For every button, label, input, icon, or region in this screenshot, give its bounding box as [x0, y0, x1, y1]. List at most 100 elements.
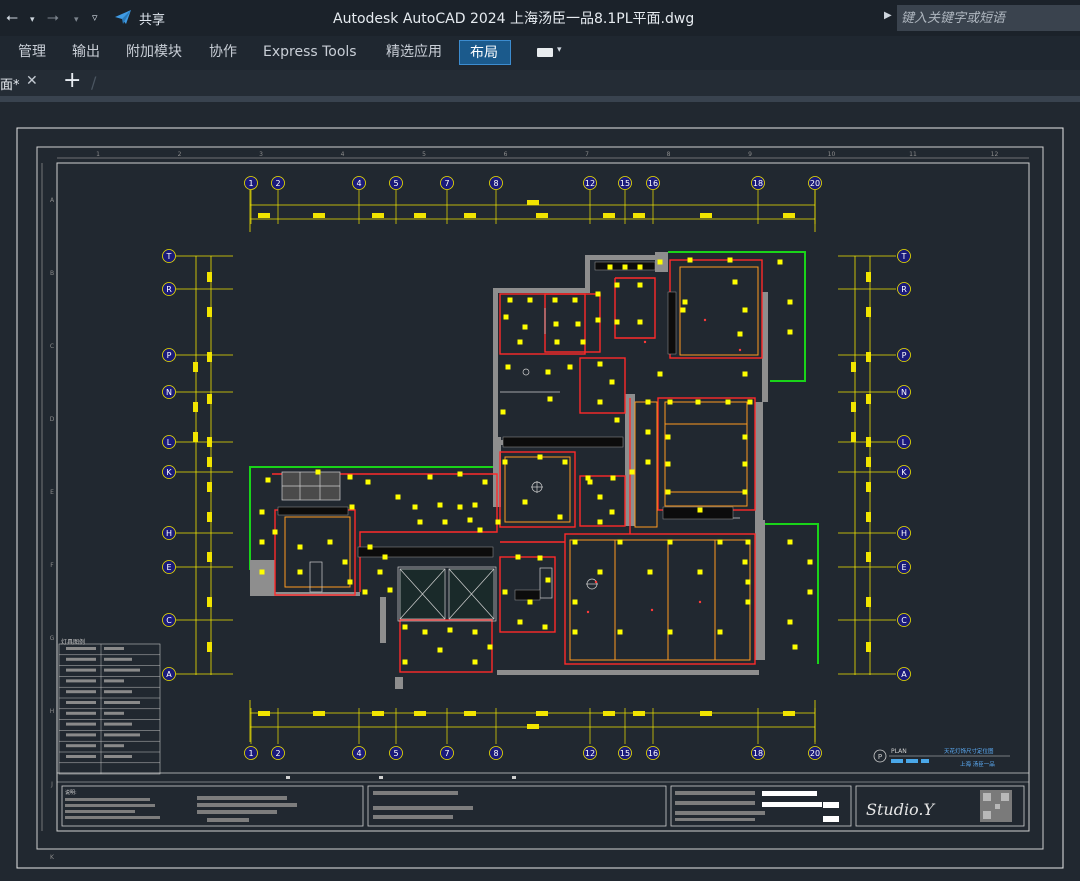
legend-symbol [66, 679, 96, 683]
ruler-top-label: 6 [504, 151, 508, 158]
axis-label: H [901, 529, 907, 538]
lamp-marker [697, 569, 703, 575]
lamp-marker [665, 489, 671, 495]
ruler-top-label: 7 [585, 151, 589, 158]
share-button-label[interactable]: 共享 [139, 9, 165, 28]
ruler-side-label: G [50, 635, 55, 642]
ribbon-panel-dropdown[interactable]: ▾ [537, 45, 562, 58]
layout-sheet: 1 2 3 4 5 6 7 8 9 10 11 12 ABCDEFGHJK 1 2 4 5 7 8 12 15 16 1… [16, 127, 1064, 869]
ribbon-tab-output[interactable]: 输出 [72, 40, 100, 65]
lamp-marker [507, 297, 513, 303]
dimension-text [700, 213, 712, 218]
lamp-marker [447, 627, 453, 633]
axis-bubble: 20 [808, 746, 822, 760]
close-icon[interactable]: ✕ [26, 73, 38, 89]
axis-label: 4 [356, 749, 361, 758]
dimension-text [866, 352, 871, 362]
document-tab-current[interactable]: 面* ✕ [0, 70, 50, 96]
lamp-marker [505, 364, 511, 370]
search-input[interactable] [897, 5, 1080, 31]
plus-icon[interactable]: + [63, 69, 81, 93]
inner-frame [56, 162, 1030, 832]
structural-walls [250, 252, 768, 689]
chevron-down-icon: ▾ [557, 45, 562, 55]
axis-label: 15 [620, 749, 630, 758]
lamp-marker [495, 519, 501, 525]
axis-bubble: 18 [751, 176, 765, 190]
ribbon-tab-featured-apps[interactable]: 精选应用 [386, 40, 442, 65]
axis-bubble: 18 [751, 746, 765, 760]
customize-quick-access-icon[interactable]: ▿ [92, 9, 98, 27]
lamp-marker [647, 569, 653, 575]
lamp-marker [667, 629, 673, 635]
lamp-marker [500, 409, 506, 415]
axis-bubble: L [897, 435, 911, 449]
axis-label: T [901, 252, 907, 261]
dimension-text [372, 711, 384, 716]
axis-bubble: K [162, 465, 176, 479]
lamp-marker [382, 554, 388, 560]
lamp-marker [537, 555, 543, 561]
axis-bubble: L [162, 435, 176, 449]
notes-title: 说明: [65, 789, 77, 796]
axis-label: 16 [648, 179, 658, 188]
axis-label: 18 [753, 179, 763, 188]
lamp-marker [522, 324, 528, 330]
lamp-marker [477, 527, 483, 533]
ruler-top-label: 1 [96, 151, 100, 158]
ruler-side-label: K [50, 854, 55, 861]
share-icon[interactable] [114, 9, 132, 25]
legend-text [104, 722, 132, 726]
lamp-marker [412, 504, 418, 510]
lamp-marker [742, 307, 748, 313]
undo-icon[interactable]: ⭠ [6, 8, 18, 26]
dimension-text [258, 213, 270, 218]
ribbon-tab-manage[interactable]: 管理 [18, 40, 46, 65]
lamp-marker [637, 264, 643, 270]
axis-label: T [166, 252, 172, 261]
ribbon-tab-addins[interactable]: 附加模块 [126, 40, 182, 65]
lamp-marker [327, 539, 333, 545]
ribbon-tab-express-tools[interactable]: Express Tools [263, 40, 357, 65]
lamp-marker [617, 539, 623, 545]
undo-dropdown-icon[interactable]: ▾ [30, 11, 35, 29]
lamp-marker [742, 461, 748, 467]
lamp-marker [617, 629, 623, 635]
lamp-marker [547, 396, 553, 402]
axis-bubble: 4 [352, 176, 366, 190]
lamp-marker [365, 479, 371, 485]
drawing-canvas[interactable]: 1 2 3 4 5 6 7 8 9 10 11 12 ABCDEFGHJK 1 2 4 5 7 8 12 15 16 1… [0, 102, 1080, 881]
lamp-marker [537, 454, 543, 460]
axis-bubble: N [162, 385, 176, 399]
axis-label: 16 [648, 749, 658, 758]
ribbon-tab-collaborate[interactable]: 协作 [209, 40, 237, 65]
dimension-text [783, 213, 795, 218]
ribbon-tab-layout[interactable]: 布局 [459, 40, 511, 65]
redo-icon[interactable]: ⭢ [47, 8, 59, 26]
axis-label: 7 [444, 179, 449, 188]
lamp-marker [745, 579, 751, 585]
ruler-side-label: C [50, 343, 54, 350]
document-tab-bar: 面* ✕ + / [0, 69, 1080, 96]
ruler-side-labels: A B C D E F G H J K [50, 197, 55, 861]
lamp-marker [807, 589, 813, 595]
dimension-text [866, 394, 871, 404]
axis-label: K [166, 468, 172, 477]
lamp-marker [472, 502, 478, 508]
ribbon-tabs: 管理 输出 附加模块 协作 Express Tools 精选应用 布局 ▾ [0, 36, 1080, 70]
lamp-marker [637, 282, 643, 288]
axis-bubble: 16 [646, 746, 660, 760]
lamp-marker [545, 369, 551, 375]
axis-label: C [166, 616, 172, 625]
lamp-marker [527, 297, 533, 303]
redo-dropdown-icon[interactable]: ▾ [74, 11, 79, 29]
title-block: 说明: Studio.Y [57, 772, 1029, 827]
downlight-dot [643, 340, 647, 344]
axis-label: 15 [620, 179, 630, 188]
lamp-marker [522, 499, 528, 505]
lamp-marker [614, 282, 620, 288]
search-expand-icon[interactable]: ▶ [884, 10, 892, 21]
lamp-marker [472, 629, 478, 635]
dimension-text [866, 482, 871, 492]
dimension-text [207, 307, 212, 317]
